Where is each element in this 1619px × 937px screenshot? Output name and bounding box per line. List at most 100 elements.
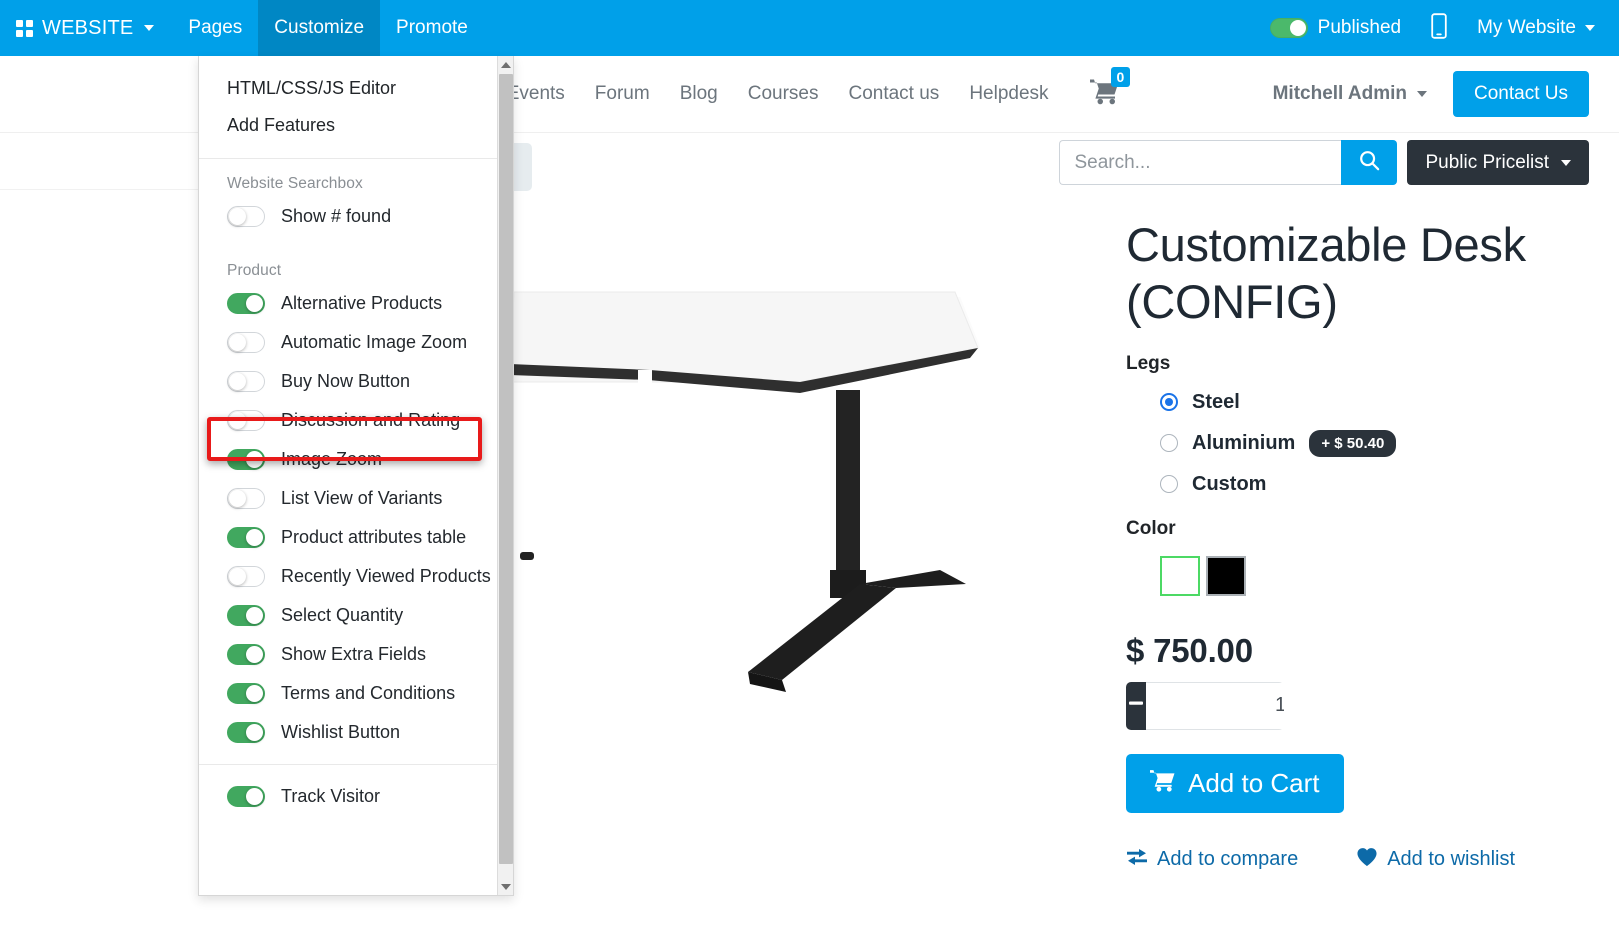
topbar-right-group: Published My Website [1256,0,1619,56]
dropdown-scrollbar[interactable] [497,56,513,895]
toggle-track-visitor[interactable] [227,786,265,807]
search-box [1059,140,1397,185]
quantity-decrease-button[interactable] [1126,682,1146,730]
search-submit-button[interactable] [1341,140,1397,185]
option-wishlist-button[interactable]: Wishlist Button [199,713,497,752]
option-recently-viewed-products-label: Recently Viewed Products [281,566,491,587]
option-image-zoom[interactable]: Image Zoom [199,440,497,479]
customize-section-website-searchbox: Website Searchbox Show # found [199,158,497,246]
nav-link-contact-us[interactable]: Contact us [833,83,954,105]
toggle-buy-now-button[interactable] [227,371,265,392]
website-switcher[interactable]: My Website [1463,17,1605,39]
option-wishlist-button-label: Wishlist Button [281,722,400,743]
website-main-nav: hop Events Forum Blog Courses Contact us… [0,79,1120,110]
scrollbar-down-arrow[interactable] [498,878,514,895]
option-show-extra-fields[interactable]: Show Extra Fields [199,635,497,674]
odoo-editor-topbar: WEBSITE Pages Customize Promote Publishe… [0,0,1619,56]
nav-link-helpdesk[interactable]: Helpdesk [954,83,1063,105]
toggle-list-view-of-variants[interactable] [227,488,265,509]
legs-option-aluminium-extra-price: + $ 50.40 [1309,430,1396,457]
scrollbar-thumb[interactable] [499,74,513,864]
section-heading-product: Product [199,252,497,284]
toggle-select-quantity[interactable] [227,605,265,626]
customize-section-product: Product Alternative Products Automatic I… [199,246,497,764]
search-input[interactable] [1059,140,1341,185]
legs-option-custom[interactable]: Custom [1126,473,1596,496]
color-swatch-black[interactable] [1206,556,1246,596]
option-terms-and-conditions[interactable]: Terms and Conditions [199,674,497,713]
toggle-show-number-found[interactable] [227,206,265,227]
option-list-view-of-variants[interactable]: List View of Variants [199,479,497,518]
publish-toggle[interactable]: Published [1256,17,1415,39]
website-apps-menu[interactable]: WEBSITE [0,0,172,56]
toggle-discussion-and-rating[interactable] [227,410,265,431]
chevron-down-icon [1561,160,1571,166]
menu-item-html-css-js-editor[interactable]: HTML/CSS/JS Editor [199,70,497,107]
toggle-automatic-image-zoom[interactable] [227,332,265,353]
option-automatic-image-zoom[interactable]: Automatic Image Zoom [199,323,497,362]
color-swatches [1126,556,1596,596]
option-buy-now-button-label: Buy Now Button [281,371,410,392]
option-product-attributes-table[interactable]: Product attributes table [199,518,497,557]
add-to-cart-label: Add to Cart [1188,768,1320,799]
radio-steel[interactable] [1160,393,1178,411]
option-show-number-found[interactable]: Show # found [199,197,497,236]
product-title: Customizable Desk (CONFIG) [1126,216,1596,331]
option-product-attributes-table-label: Product attributes table [281,527,466,548]
legs-option-aluminium[interactable]: Aluminium + $ 50.40 [1126,430,1596,457]
nav-link-blog[interactable]: Blog [665,83,733,105]
toggle-recently-viewed-products[interactable] [227,566,265,587]
product-image[interactable] [500,252,1120,722]
option-recently-viewed-products[interactable]: Recently Viewed Products [199,557,497,596]
add-to-compare-label: Add to compare [1157,848,1298,871]
toggle-terms-and-conditions[interactable] [227,683,265,704]
radio-aluminium[interactable] [1160,434,1178,452]
legs-option-steel[interactable]: Steel [1126,391,1596,414]
cart-button[interactable]: 0 [1090,79,1120,110]
nav-link-courses[interactable]: Courses [733,83,834,105]
add-to-cart-button[interactable]: Add to Cart [1126,754,1344,813]
product-secondary-links: Add to compare Add to wishlist [1126,847,1596,873]
radio-custom[interactable] [1160,475,1178,493]
pricelist-label: Public Pricelist [1425,152,1549,174]
attribute-label-color: Color [1126,518,1596,540]
add-to-compare-link[interactable]: Add to compare [1126,847,1298,873]
product-info-panel: Customizable Desk (CONFIG) Legs Steel Al… [1126,216,1596,873]
option-track-visitor-label: Track Visitor [281,786,380,807]
shopping-cart-icon [1150,768,1176,799]
option-image-zoom-label: Image Zoom [281,449,382,470]
mobile-preview-button[interactable] [1415,13,1463,44]
cart-count-badge: 0 [1111,67,1131,87]
toggle-wishlist-button[interactable] [227,722,265,743]
toggle-alternative-products[interactable] [227,293,265,314]
chevron-down-icon [1585,25,1595,31]
scrollbar-up-arrow[interactable] [498,56,514,73]
topbar-menu-promote[interactable]: Promote [380,0,484,56]
toggle-show-extra-fields[interactable] [227,644,265,665]
publish-switch[interactable] [1270,18,1308,38]
option-track-visitor[interactable]: Track Visitor [199,777,497,816]
option-select-quantity-label: Select Quantity [281,605,403,626]
pricelist-dropdown[interactable]: Public Pricelist [1407,140,1589,185]
option-alternative-products[interactable]: Alternative Products [199,284,497,323]
option-buy-now-button[interactable]: Buy Now Button [199,362,497,401]
add-to-wishlist-link[interactable]: Add to wishlist [1356,847,1515,873]
customize-dropdown-scrollport: HTML/CSS/JS Editor Add Features Website … [199,56,497,895]
option-automatic-image-zoom-label: Automatic Image Zoom [281,332,467,353]
contact-us-button[interactable]: Contact Us [1453,71,1589,117]
topbar-menu-customize[interactable]: Customize [258,0,380,56]
menu-item-add-features[interactable]: Add Features [199,107,497,144]
toggle-product-attributes-table[interactable] [227,527,265,548]
nav-link-forum[interactable]: Forum [580,83,665,105]
user-menu[interactable]: Mitchell Admin [1273,83,1427,105]
color-swatch-white[interactable] [1160,556,1200,596]
toggle-image-zoom[interactable] [227,449,265,470]
option-discussion-and-rating[interactable]: Discussion and Rating [199,401,497,440]
option-alternative-products-label: Alternative Products [281,293,442,314]
user-menu-label: Mitchell Admin [1273,83,1407,105]
quantity-input[interactable] [1146,682,1284,730]
grid-apps-icon [16,20,33,37]
option-select-quantity[interactable]: Select Quantity [199,596,497,635]
section-heading-website-searchbox: Website Searchbox [199,165,497,197]
topbar-menu-pages[interactable]: Pages [172,0,258,56]
